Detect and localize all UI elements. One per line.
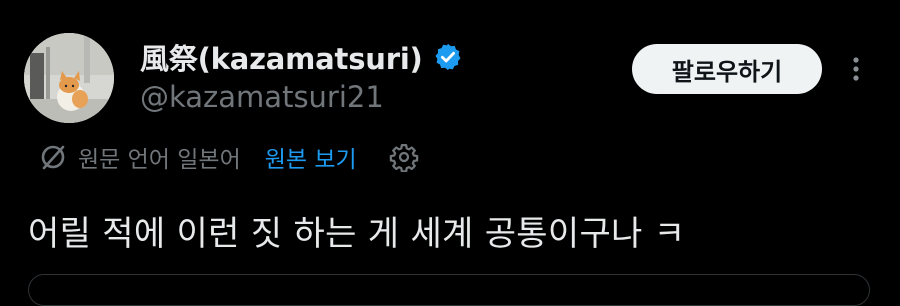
follow-button[interactable]: 팔로우하기 (632, 44, 822, 94)
author-display-name[interactable]: 風祭(kazamatsuri) (140, 36, 423, 78)
translate-icon (38, 142, 68, 172)
gear-icon[interactable] (389, 142, 419, 173)
embedded-card[interactable] (28, 274, 870, 306)
tweet-text: 어릴 적에 이런 짓 하는 게 세계 공통이구나 ㅋ (28, 214, 686, 254)
author-handle[interactable]: @kazamatsuri21 (140, 80, 384, 114)
author-name-row: 風祭(kazamatsuri) (140, 36, 463, 78)
view-original-link[interactable]: 원본 보기 (265, 140, 357, 174)
more-vertical-icon[interactable] (848, 54, 864, 86)
original-language-text: 원문 언어 일본어 (78, 147, 241, 173)
translation-row: 원문 언어 일본어 원본 보기 (38, 140, 419, 174)
avatar-cat-image (24, 33, 114, 123)
avatar[interactable] (24, 33, 114, 123)
verified-badge-icon[interactable] (433, 42, 463, 72)
